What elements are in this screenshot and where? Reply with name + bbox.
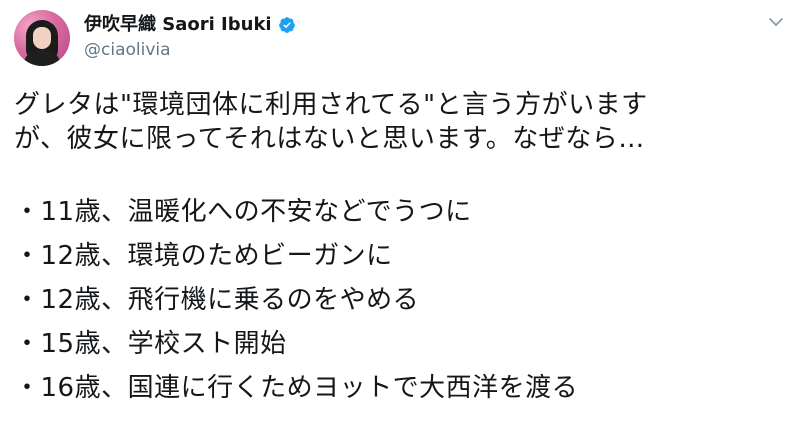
list-item: ・11歳、温暖化への不安などでうつに <box>14 197 472 227</box>
tweet-header: 伊吹早織 Saori Ibuki @ciaolivia <box>14 6 296 70</box>
chevron-down-icon[interactable] <box>766 12 786 32</box>
list-item: ・12歳、環境のためビーガンに <box>14 241 393 271</box>
tweet-line: グレタは"環境団体に利用されてる"と言う方がいます <box>14 90 648 120</box>
list-item: ・12歳、飛行機に乗るのをやめる <box>14 285 420 315</box>
name-row: 伊吹早織 Saori Ibuki <box>84 14 296 36</box>
user-handle[interactable]: @ciaolivia <box>84 38 296 62</box>
avatar[interactable] <box>14 10 70 66</box>
tweet-list: ・11歳、温暖化への不安などでうつに ・12歳、環境のためビーガンに ・12歳、… <box>14 190 786 410</box>
display-name[interactable]: 伊吹早織 Saori Ibuki <box>84 14 272 36</box>
tweet-line: が、彼女に限ってそれはないと思います。なぜなら… <box>14 124 645 154</box>
tweet-text: グレタは"環境団体に利用されてる"と言う方がいます が、彼女に限ってそれはないと… <box>14 88 786 410</box>
verified-badge-icon <box>278 16 296 34</box>
list-item: ・16歳、国連に行くためヨットで大西洋を渡る <box>14 373 579 403</box>
author-info: 伊吹早織 Saori Ibuki @ciaolivia <box>84 14 296 62</box>
list-item: ・15歳、学校スト開始 <box>14 329 287 359</box>
tweet-card: 伊吹早織 Saori Ibuki @ciaolivia グレタは"環境団体に利用… <box>0 0 800 431</box>
